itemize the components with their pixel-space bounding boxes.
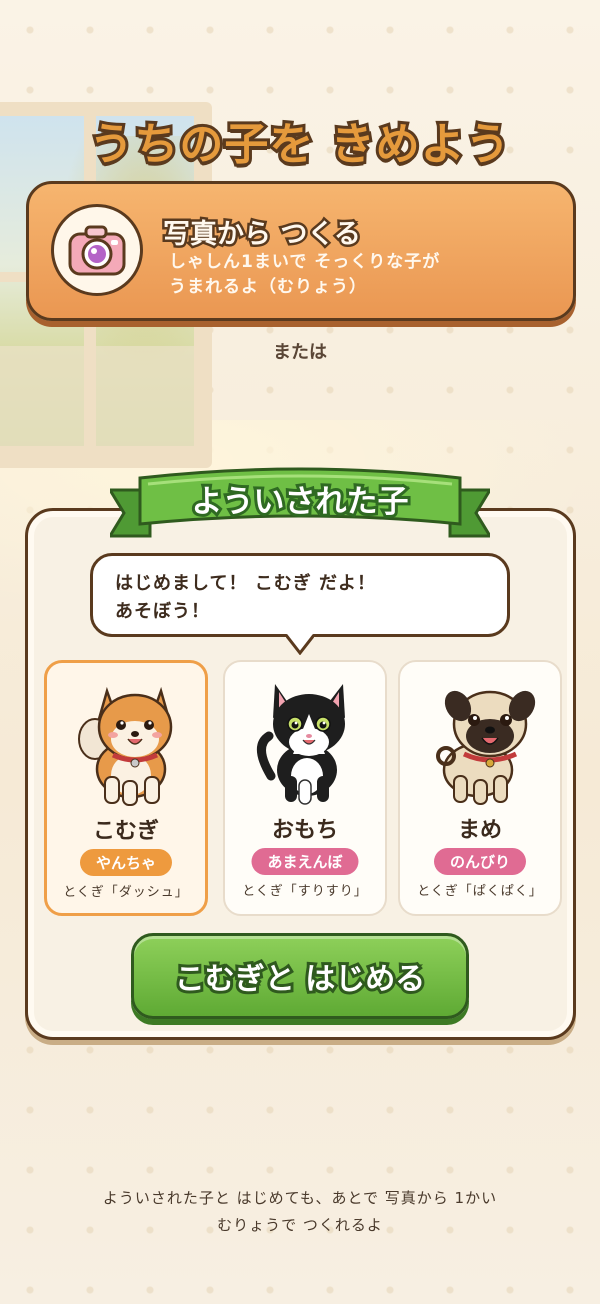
pet-trait-badge: あまえんぼ xyxy=(251,848,359,875)
photo-option-subtitle: しゃしん1まいで そっくりな子が うまれるよ（むりょう） xyxy=(169,250,559,299)
preset-ribbon: ようい​された子 xyxy=(110,462,490,542)
pet-card-omochi[interactable]: おもち あまえんぼ とくぎ「すりすり」 xyxy=(223,660,387,916)
or-divider: または xyxy=(273,342,327,363)
shiba-dog-icon xyxy=(78,686,173,806)
create-from-photo-button[interactable]: 写真から つくる しゃしん1まいで そっくりな子が うまれるよ（むりょう） xyxy=(26,181,576,321)
pet-trait-badge: のんびり xyxy=(433,848,527,875)
speech-bubble-tail xyxy=(286,633,314,655)
photo-option-title: 写真から つくる xyxy=(161,217,364,253)
footer-line2: むりょうで つくれるよ xyxy=(217,1216,383,1234)
pet-card-komugi[interactable]: こむぎ やんちゃ とくぎ「ダッシュ」 xyxy=(44,660,208,916)
footer-note: よういされた子と はじめても、あとで 写真から 1かい むりょうで つくれるよ xyxy=(0,1185,600,1239)
photo-subtitle-line2: うまれるよ（むりょう） xyxy=(169,276,367,297)
speech-line2: あそぼう！ xyxy=(115,600,210,622)
pet-trait-badge: やんちゃ xyxy=(79,849,173,876)
pet-card-mame[interactable]: まめ のんびり とくぎ「ぱくぱく」 xyxy=(398,660,562,916)
pet-skill: とくぎ「ぱくぱく」 xyxy=(417,884,543,899)
pet-name: こむぎ xyxy=(92,819,159,844)
pug-dog-icon xyxy=(436,690,536,805)
pet-skill: とくぎ「すりすり」 xyxy=(242,884,368,899)
pet-name: まめ xyxy=(457,818,502,843)
page-title: うちの子を きめよう xyxy=(86,116,512,173)
photo-subtitle-line1: しゃしん1まいで そっくりな子が xyxy=(169,252,441,272)
preset-ribbon-title: ようい​された子 xyxy=(189,481,412,523)
start-with-pet-button[interactable]: こむぎと はじめる xyxy=(131,933,469,1019)
pet-skill: とくぎ「ダッシュ」 xyxy=(63,885,189,900)
footer-line1: よういされた子と はじめても、あとで 写真から 1かい xyxy=(102,1189,498,1207)
speech-bubble: はじめまして！ こむぎ だよ！ あそぼう！ xyxy=(90,553,510,637)
camera-icon xyxy=(51,204,143,296)
tuxedo-cat-icon xyxy=(257,684,345,805)
speech-line1: はじめまして！ こむぎ だよ！ xyxy=(115,573,376,594)
pet-name: おもち xyxy=(271,818,338,843)
